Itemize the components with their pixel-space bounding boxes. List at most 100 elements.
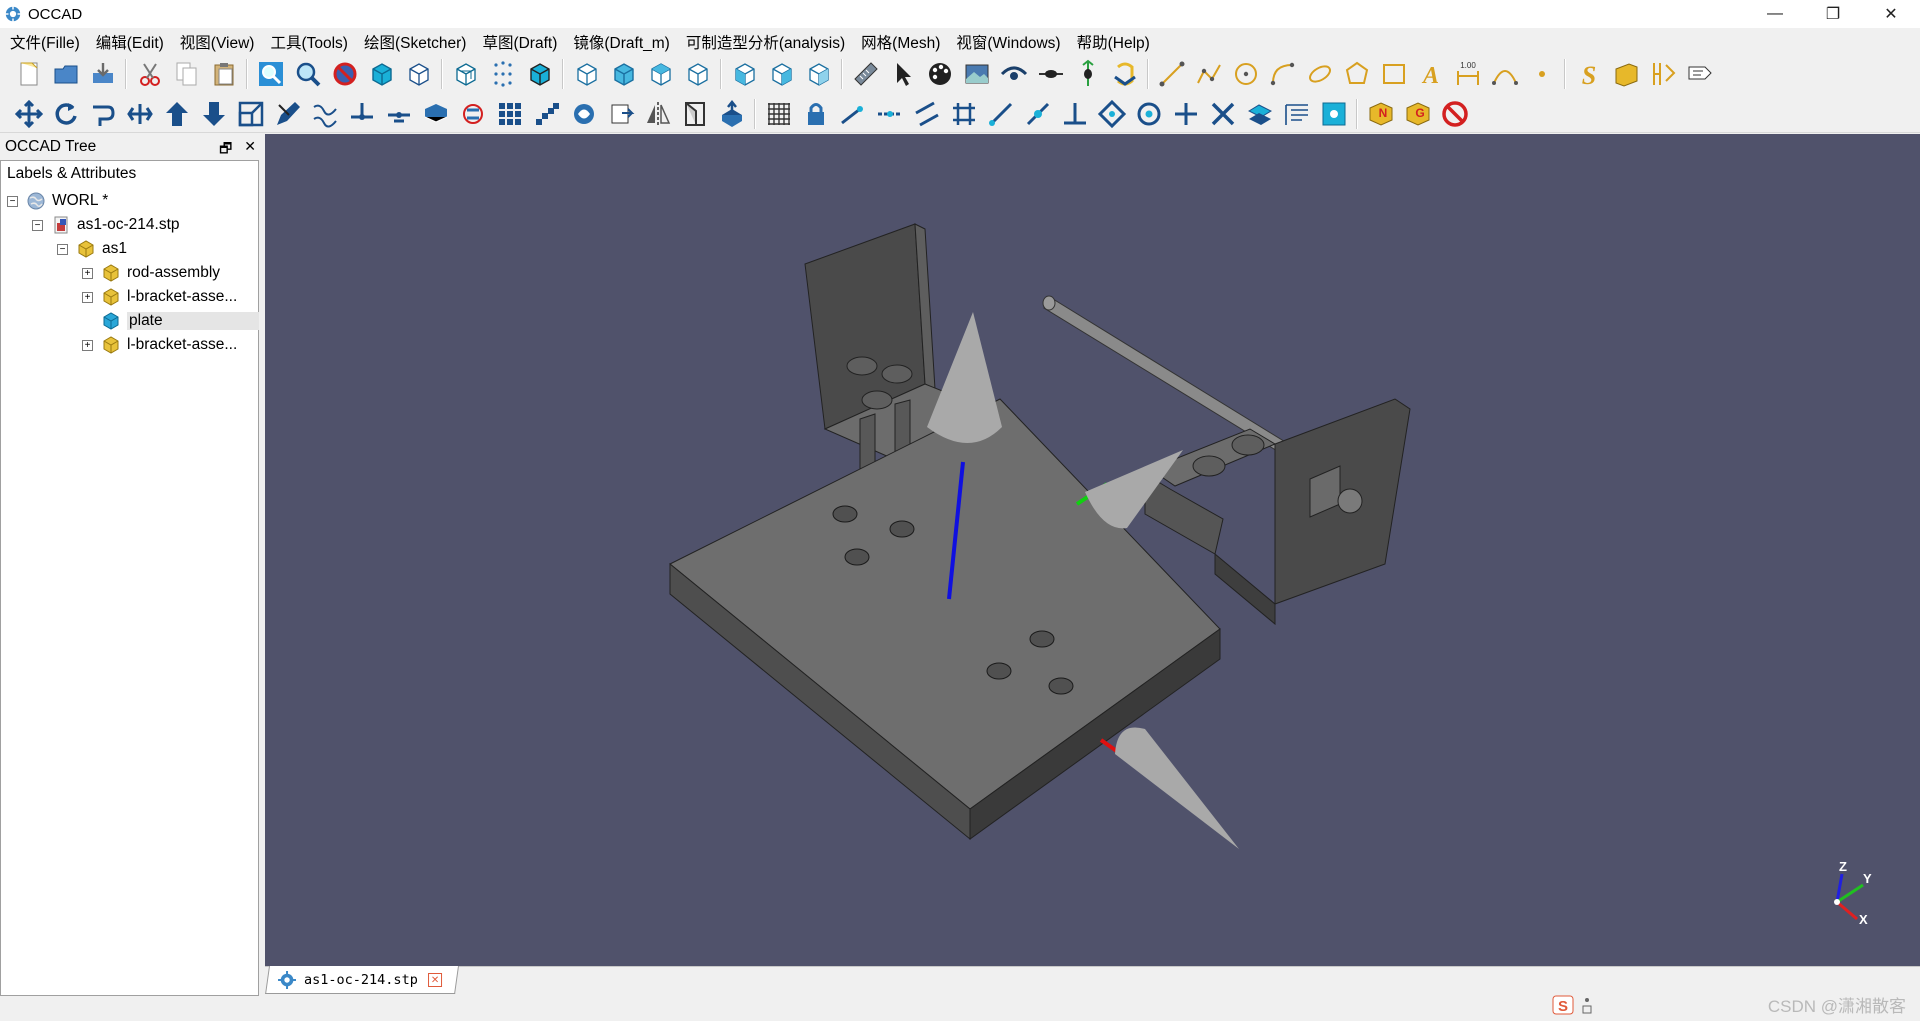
tree-node-l-bracket-1[interactable]: + l-bracket-asse... (82, 285, 237, 309)
section-button[interactable] (1032, 57, 1069, 91)
background-image-button[interactable] (958, 57, 995, 91)
open-folder-button[interactable] (47, 57, 84, 91)
eye-button[interactable] (995, 57, 1032, 91)
delete-point-button[interactable] (380, 97, 417, 131)
measure-ruler-button[interactable] (847, 57, 884, 91)
rectangle-button[interactable] (1375, 57, 1412, 91)
snap-endpoint-button[interactable] (834, 97, 871, 131)
menu-help[interactable]: 帮助(Help) (1069, 31, 1158, 53)
wireframe-box-button[interactable] (400, 57, 437, 91)
hlr-box-button[interactable] (447, 57, 484, 91)
snap-grid-button[interactable] (945, 97, 982, 131)
cube-n-button[interactable]: N (1362, 97, 1399, 131)
snap-parallel-button[interactable] (908, 97, 945, 131)
trim-button[interactable] (121, 97, 158, 131)
stop-button[interactable] (1436, 97, 1473, 131)
draft-to-sketch-button[interactable] (454, 97, 491, 131)
menu-tools[interactable]: 工具(Tools) (262, 31, 356, 53)
view-iso-button[interactable] (800, 57, 837, 91)
shape-string-button[interactable] (1607, 57, 1644, 91)
save-button[interactable] (84, 57, 121, 91)
tree-node-step-file[interactable]: − as1-oc-214.stp (32, 213, 180, 237)
dimension-button[interactable]: 1.00 (1449, 57, 1486, 91)
clone-button[interactable] (565, 97, 602, 131)
expand-icon[interactable]: + (82, 267, 93, 279)
array-button[interactable] (491, 97, 528, 131)
snap-special-button[interactable] (1093, 97, 1130, 131)
menu-edit[interactable]: 编辑(Edit) (88, 31, 172, 53)
view-back-button[interactable] (605, 57, 642, 91)
3d-scene[interactable]: Z Y X (265, 134, 1920, 966)
cut-button[interactable] (131, 57, 168, 91)
snap-near-button[interactable] (1315, 97, 1352, 131)
l-bracket-front[interactable] (1144, 398, 1411, 626)
text-button[interactable]: A (1412, 57, 1449, 91)
menu-analysis[interactable]: 可制造型分析(analysis) (678, 31, 853, 53)
menu-sketcher[interactable]: 绘图(Sketcher) (356, 31, 475, 53)
menu-draft-mirror[interactable]: 镜像(Draft_m) (565, 31, 677, 53)
collapse-icon[interactable]: − (32, 219, 43, 231)
no-shading-button[interactable] (326, 57, 363, 91)
snap-intersection-button[interactable] (1204, 97, 1241, 131)
menu-file[interactable]: 文件(Fille) (2, 31, 88, 53)
spline-s-button[interactable]: S (1570, 57, 1607, 91)
snap-midpoint-button[interactable] (871, 97, 908, 131)
new-file-button[interactable] (10, 57, 47, 91)
shaded-box-button[interactable] (363, 57, 400, 91)
bezier-button[interactable] (1486, 57, 1523, 91)
circle-button[interactable] (1227, 57, 1264, 91)
menu-mesh[interactable]: 网格(Mesh) (853, 31, 948, 53)
lock-button[interactable] (797, 97, 834, 131)
facebinder-button[interactable] (1644, 57, 1681, 91)
tree-node-rod-assembly[interactable]: + rod-assembly (82, 261, 220, 285)
shape2dview-button[interactable] (417, 97, 454, 131)
expand-icon[interactable]: + (82, 291, 93, 303)
point-button[interactable] (1523, 57, 1560, 91)
minimize-button[interactable]: — (1746, 0, 1804, 28)
menu-draft[interactable]: 草图(Draft) (474, 31, 565, 53)
snap-working-plane-button[interactable] (1241, 97, 1278, 131)
mirror-button[interactable] (639, 97, 676, 131)
snap-angle-button[interactable] (982, 97, 1019, 131)
snap-dimensions-button[interactable] (1278, 97, 1315, 131)
copy-button[interactable] (168, 57, 205, 91)
collapse-icon[interactable]: − (7, 195, 18, 207)
stretch-button[interactable] (676, 97, 713, 131)
grid-button[interactable] (760, 97, 797, 131)
view-top-button[interactable] (642, 57, 679, 91)
view-bottom-button[interactable] (679, 57, 716, 91)
tree-node-as1[interactable]: − as1 (57, 237, 127, 261)
add-point-button[interactable] (343, 97, 380, 131)
ellipse-button[interactable] (1301, 57, 1338, 91)
arc-button[interactable] (1264, 57, 1301, 91)
view-front-button[interactable] (568, 57, 605, 91)
ime-indicator[interactable]: S (1552, 994, 1594, 1016)
document-tab[interactable]: as1-oc-214.stp ✕ (265, 966, 459, 994)
drawing-button[interactable] (602, 97, 639, 131)
upgrade-button[interactable] (158, 97, 195, 131)
label-button[interactable] (1681, 57, 1718, 91)
close-window-button[interactable]: ✕ (1862, 0, 1920, 28)
float-panel-icon[interactable]: 🗗 (219, 138, 232, 162)
offset-button[interactable] (84, 97, 121, 131)
color-palette-button[interactable] (921, 57, 958, 91)
paste-button[interactable] (205, 57, 242, 91)
plate[interactable] (669, 398, 1221, 841)
collapse-icon[interactable]: − (57, 243, 68, 255)
downgrade-button[interactable] (195, 97, 232, 131)
select-arrow-button[interactable] (884, 57, 921, 91)
view-left-button[interactable] (726, 57, 763, 91)
zoom-fit-button[interactable] (252, 57, 289, 91)
polyline-button[interactable] (1190, 57, 1227, 91)
move-button[interactable] (10, 97, 47, 131)
close-tab-icon[interactable]: ✕ (427, 972, 442, 987)
snap-perpendicular-button[interactable] (1056, 97, 1093, 131)
view-right-button[interactable] (763, 57, 800, 91)
scale-button[interactable] (232, 97, 269, 131)
explode-button[interactable] (1069, 57, 1106, 91)
rotate-button[interactable] (47, 97, 84, 131)
tree-node-l-bracket-2[interactable]: + l-bracket-asse... (82, 333, 237, 357)
tree-node-plate[interactable]: plate (101, 309, 259, 333)
snap-extension-button[interactable] (1019, 97, 1056, 131)
path-array-button[interactable] (528, 97, 565, 131)
